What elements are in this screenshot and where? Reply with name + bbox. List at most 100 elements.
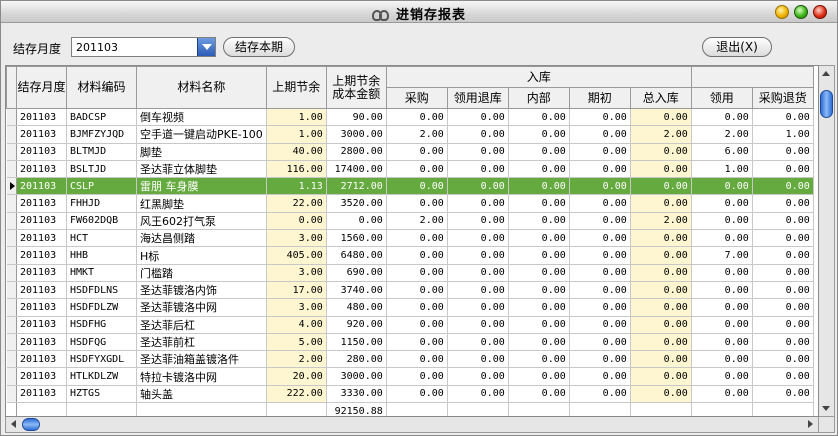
cell-month[interactable]: 201103 xyxy=(16,298,67,317)
cell-code[interactable]: HSDFYXGDL xyxy=(66,350,137,369)
cell-month[interactable]: 201103 xyxy=(16,125,67,144)
row-indicator[interactable] xyxy=(6,194,17,213)
cell-internal[interactable]: 0.00 xyxy=(508,298,570,317)
table-row[interactable]: 201103 HSDFHG 圣达菲后杠 4.00 920.00 0.00 0.00 0.00 0… xyxy=(6,316,814,334)
close-period-button[interactable]: 结存本期 xyxy=(223,37,295,57)
cell-internal[interactable]: 0.00 xyxy=(508,316,570,334)
cell-use[interactable]: 0.00 xyxy=(691,385,753,404)
cell-code[interactable]: HTLKDLZW xyxy=(66,367,137,386)
cell-internal[interactable]: 0.00 xyxy=(508,212,570,231)
vertical-scrollbar[interactable] xyxy=(819,65,835,417)
cell-purchase-return[interactable]: 0.00 xyxy=(752,246,814,265)
cell-use[interactable]: 6.00 xyxy=(691,143,753,161)
cell-month[interactable]: 201103 xyxy=(16,333,67,352)
cell-purchase[interactable]: 0.00 xyxy=(386,333,448,352)
cell-total-in[interactable]: 0.00 xyxy=(630,264,692,282)
cell-month[interactable]: 201103 xyxy=(16,177,67,196)
cell-purchase-return[interactable]: 0.00 xyxy=(752,143,814,161)
cell-prev-amount[interactable]: 280.00 xyxy=(326,350,387,369)
cell-use[interactable]: 0.00 xyxy=(691,367,753,386)
table-row[interactable]: 201103 BSLTJD 圣达菲立体脚垫 116.00 17400.00 0.00 0.0… xyxy=(6,160,814,179)
cell-purchase[interactable]: 0.00 xyxy=(386,281,448,300)
cell-total-in[interactable]: 0.00 xyxy=(630,367,692,386)
cell-use[interactable]: 0.00 xyxy=(691,212,753,231)
cell-purchase[interactable]: 0.00 xyxy=(386,108,448,127)
col-purchase-header[interactable]: 采购 xyxy=(385,87,448,109)
table-row[interactable]: 201103 FW602DQB 风王602打气泵 0.00 0.00 2.00 0.00 0.… xyxy=(6,212,814,231)
col-prev-qty-header[interactable]: 上期节余 xyxy=(265,66,327,109)
cell-opening[interactable]: 0.00 xyxy=(569,333,631,352)
cell-purchase-return[interactable]: 0.00 xyxy=(752,385,814,404)
cell-code[interactable]: BSLTJD xyxy=(66,160,137,179)
cell-purchase[interactable]: 0.00 xyxy=(386,367,448,386)
cell-code[interactable]: FW602DQB xyxy=(66,212,137,231)
cell-total-in[interactable]: 0.00 xyxy=(630,229,692,248)
cell-internal[interactable]: 0.00 xyxy=(508,350,570,369)
close-button[interactable] xyxy=(813,5,827,19)
cell-opening[interactable]: 0.00 xyxy=(569,246,631,265)
cell-name[interactable]: 脚垫 xyxy=(136,143,267,161)
cell-month[interactable]: 201103 xyxy=(16,160,67,179)
cell-month[interactable]: 201103 xyxy=(16,264,67,282)
cell-return-from-use[interactable]: 0.00 xyxy=(447,385,509,404)
cell-opening[interactable]: 0.00 xyxy=(569,367,631,386)
cell-use[interactable]: 2.00 xyxy=(691,125,753,144)
cell-purchase[interactable]: 0.00 xyxy=(386,229,448,248)
cell-opening[interactable]: 0.00 xyxy=(569,108,631,127)
cell-name[interactable]: 空手道一键启动PKE-100 xyxy=(136,125,267,144)
cell-purchase-return[interactable]: 0.00 xyxy=(752,264,814,282)
title-bar[interactable]: 进销存报表 xyxy=(1,1,837,23)
cell-return-from-use[interactable]: 0.00 xyxy=(447,143,509,161)
chevron-down-icon[interactable] xyxy=(197,38,215,56)
cell-prev-qty[interactable]: 4.00 xyxy=(266,316,327,334)
cell-month[interactable]: 201103 xyxy=(16,385,67,404)
cell-use[interactable]: 0.00 xyxy=(691,108,753,127)
cell-return-from-use[interactable]: 0.00 xyxy=(447,177,509,196)
cell-return-from-use[interactable]: 0.00 xyxy=(447,194,509,213)
cell-purchase-return[interactable]: 0.00 xyxy=(752,350,814,369)
cell-opening[interactable]: 0.00 xyxy=(569,385,631,404)
cell-opening[interactable]: 0.00 xyxy=(569,229,631,248)
cell-month[interactable]: 201103 xyxy=(16,281,67,300)
cell-return-from-use[interactable]: 0.00 xyxy=(447,108,509,127)
cell-use[interactable]: 0.00 xyxy=(691,298,753,317)
cell-name[interactable]: 门槛踏 xyxy=(136,264,267,282)
cell-opening[interactable]: 0.00 xyxy=(569,143,631,161)
cell-prev-qty[interactable]: 20.00 xyxy=(266,367,327,386)
col-return-from-use-header[interactable]: 领用退库 xyxy=(446,87,509,109)
cell-purchase[interactable]: 0.00 xyxy=(386,298,448,317)
cell-name[interactable]: 红黑脚垫 xyxy=(136,194,267,213)
cell-total-in[interactable]: 0.00 xyxy=(630,316,692,334)
cell-total-in[interactable]: 0.00 xyxy=(630,246,692,265)
cell-prev-qty[interactable]: 17.00 xyxy=(266,281,327,300)
cell-total-in[interactable]: 0.00 xyxy=(630,333,692,352)
col-month-header[interactable]: 结存月度 xyxy=(16,66,67,109)
cell-return-from-use[interactable]: 0.00 xyxy=(447,229,509,248)
cell-name[interactable]: 圣达菲前杠 xyxy=(136,333,267,352)
col-name-header[interactable]: 材料名称 xyxy=(136,66,267,109)
cell-month[interactable]: 201103 xyxy=(16,367,67,386)
cell-code[interactable]: HSDFDLZW xyxy=(66,298,137,317)
cell-return-from-use[interactable]: 0.00 xyxy=(447,125,509,144)
cell-name[interactable]: 雷朋 车身膜 xyxy=(136,177,267,196)
report-grid[interactable]: 结存月度 材料编码 材料名称 上期节余 上期节余成本金额 入库 采购 领用退库 … xyxy=(5,65,819,417)
cell-return-from-use[interactable]: 0.00 xyxy=(447,281,509,300)
cell-code[interactable]: HHB xyxy=(66,246,137,265)
table-row[interactable]: 201103 HSDFQG 圣达菲前杠 5.00 1150.00 0.00 0.00 0.00… xyxy=(6,333,814,352)
cell-purchase-return[interactable]: 0.00 xyxy=(752,367,814,386)
cell-code[interactable]: BJMFZYJQD xyxy=(66,125,137,144)
cell-internal[interactable]: 0.00 xyxy=(508,160,570,179)
cell-use[interactable]: 0.00 xyxy=(691,177,753,196)
cell-month[interactable]: 201103 xyxy=(16,108,67,127)
month-select[interactable]: 201103 xyxy=(71,37,216,57)
row-indicator[interactable] xyxy=(6,385,17,404)
cell-code[interactable]: BLTMJD xyxy=(66,143,137,161)
cell-prev-qty[interactable]: 1.00 xyxy=(266,108,327,127)
row-indicator[interactable] xyxy=(6,281,17,300)
cell-total-in[interactable]: 0.00 xyxy=(630,281,692,300)
col-opening-header[interactable]: 期初 xyxy=(568,87,631,109)
cell-opening[interactable]: 0.00 xyxy=(569,350,631,369)
cell-name[interactable]: 圣达菲镀洛内饰 xyxy=(136,281,267,300)
cell-internal[interactable]: 0.00 xyxy=(508,281,570,300)
cell-prev-amount[interactable]: 690.00 xyxy=(326,264,387,282)
